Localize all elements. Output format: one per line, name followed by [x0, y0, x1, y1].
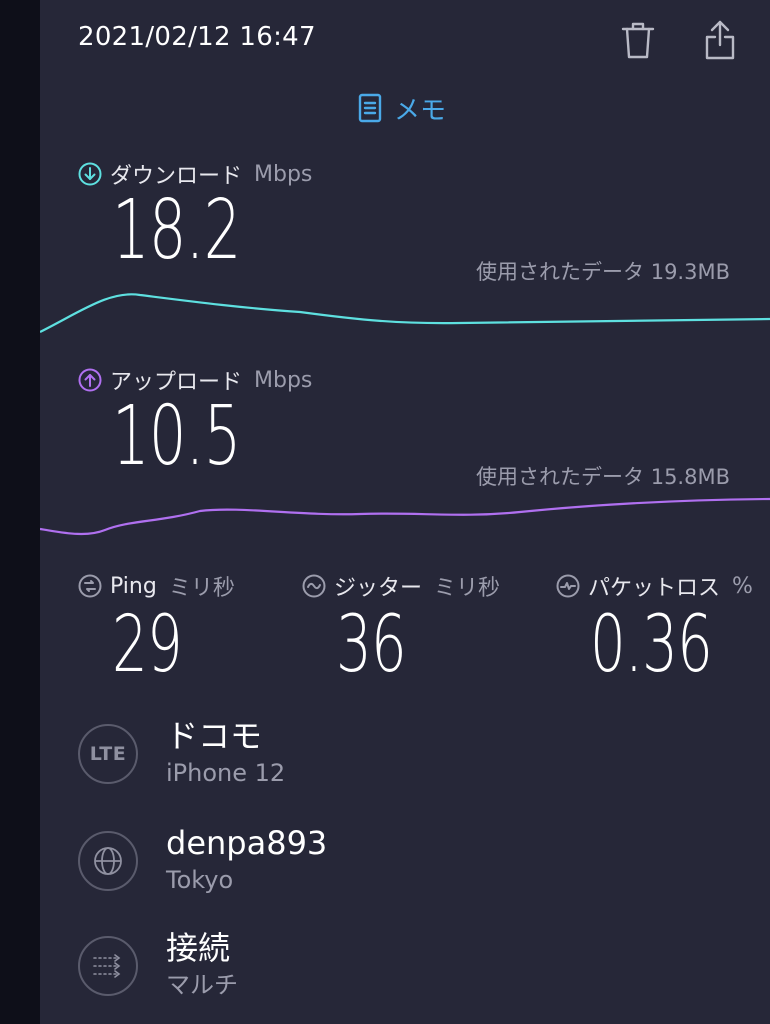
lte-icon: LTE	[78, 724, 138, 784]
packet-loss-icon	[556, 574, 580, 598]
jitter-icon	[302, 574, 326, 598]
note-icon	[358, 93, 382, 123]
ping-value: 29	[112, 600, 183, 690]
server-row[interactable]: denpa893 Tokyo	[78, 823, 327, 894]
jitter-label: ジッター	[334, 576, 423, 601]
left-panel-edge	[0, 0, 40, 1024]
upload-speed-value: 10.5	[112, 389, 241, 484]
ping-icon	[78, 574, 102, 598]
upload-speed-graph	[40, 497, 770, 536]
download-graph-line	[40, 293, 770, 333]
ping-label: Ping	[110, 573, 157, 599]
server-name: denpa893	[166, 824, 328, 862]
speedtest-result-screen: 2021/02/12 16:47 メモ ダウンロード Mbps 18.2 使用さ…	[40, 0, 770, 1024]
upload-used-data: 使用されたデータ 15.8MB	[476, 465, 730, 489]
download-unit: Mbps	[254, 161, 313, 187]
ping-header: Ping ミリ秒	[78, 570, 235, 602]
connection-label: 接続	[166, 929, 231, 967]
result-timestamp: 2021/02/12 16:47	[78, 22, 316, 52]
connection-mode: マルチ	[166, 971, 238, 999]
upload-arrow-icon	[78, 368, 102, 392]
ping-unit: ミリ秒	[168, 576, 235, 601]
device-name: iPhone 12	[166, 759, 286, 787]
download-speed-graph	[40, 293, 770, 333]
share-icon	[705, 20, 735, 60]
trash-icon	[621, 22, 655, 59]
jitter-header: ジッター ミリ秒	[302, 570, 500, 602]
globe-icon	[78, 831, 138, 891]
share-button[interactable]	[696, 16, 744, 64]
carrier-row: LTE ドコモ iPhone 12	[78, 716, 285, 787]
jitter-value: 36	[336, 600, 407, 690]
memo-label: メモ	[394, 95, 447, 126]
lte-icon-text: LTE	[89, 743, 127, 765]
server-location: Tokyo	[166, 866, 234, 894]
packet-loss-label: パケットロス	[588, 576, 721, 601]
packet-loss-header: パケットロス %	[556, 570, 753, 602]
delete-button[interactable]	[614, 16, 662, 64]
memo-button[interactable]: メモ	[358, 88, 446, 128]
upload-graph-line	[40, 497, 770, 536]
carrier-name: ドコモ	[166, 717, 263, 755]
packet-loss-unit: %	[732, 573, 753, 599]
packet-loss-value: 0.36	[590, 600, 713, 690]
download-speed-value: 18.2	[112, 183, 241, 278]
multi-connection-icon	[78, 936, 138, 996]
download-arrow-icon	[78, 162, 102, 186]
jitter-unit: ミリ秒	[434, 576, 501, 601]
upload-unit: Mbps	[254, 367, 313, 393]
connection-row: 接続 マルチ	[78, 928, 238, 999]
